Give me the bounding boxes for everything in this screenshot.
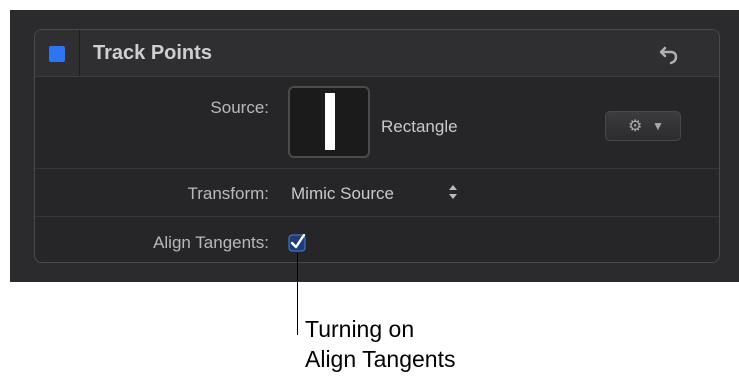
align-tangents-label: Align Tangents: [153,233,269,252]
enable-checkbox[interactable] [49,46,65,62]
callout-text: Turning on Align Tangents [305,314,455,374]
callout-line-1: Turning on [305,316,415,342]
panel-header: Track Points [35,30,719,77]
track-points-panel: Track Points Source: Rectangle ⚙ ▼ Trans… [34,29,720,263]
transform-label: Transform: [187,184,269,203]
stepper-icon[interactable] [447,183,459,201]
source-label: Source: [210,98,269,117]
transform-popup[interactable]: Mimic Source [291,184,394,204]
source-actions-button[interactable]: ⚙ ▼ [605,111,681,141]
callout-line-2: Align Tangents [305,346,456,372]
reset-arrow-icon[interactable] [659,43,681,65]
gear-icon: ⚙ [628,118,643,135]
callout-line [297,253,298,335]
chevron-down-icon: ▼ [652,119,664,133]
row-divider [35,216,719,217]
panel-title: Track Points [93,42,212,64]
source-name: Rectangle [381,117,458,136]
align-tangents-checkbox[interactable] [288,234,306,252]
source-well[interactable] [288,86,370,158]
row-divider [35,168,719,169]
figure: Track Points Source: Rectangle ⚙ ▼ Trans… [0,0,739,377]
header-divider [79,30,80,76]
source-thumbnail [325,93,335,150]
